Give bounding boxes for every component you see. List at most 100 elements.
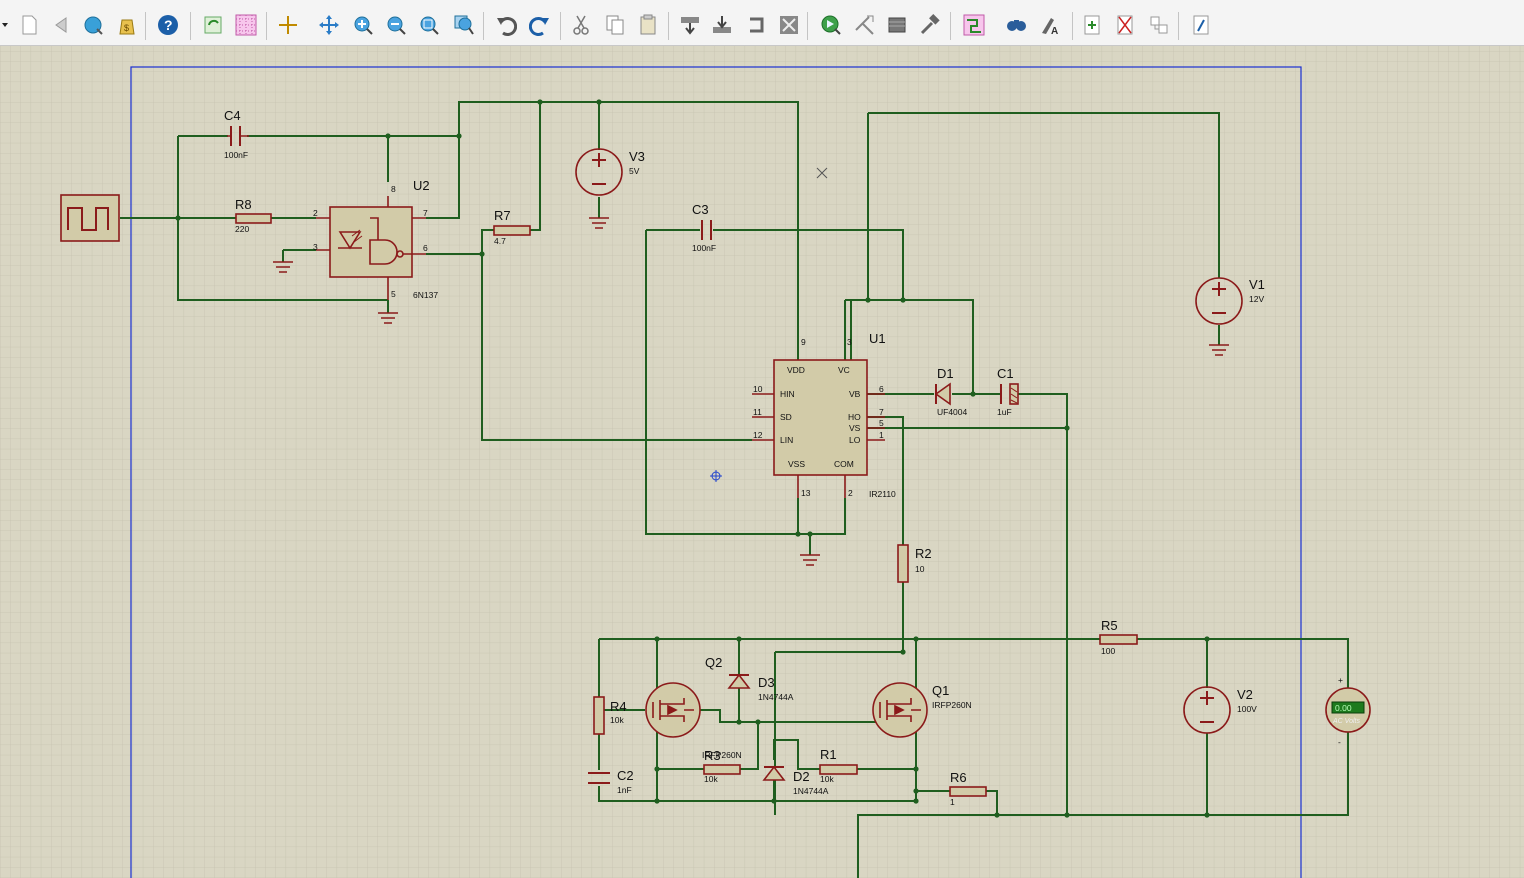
remove-sheet-button[interactable] [1114,14,1136,36]
label-c3-value: 100nF [692,243,716,253]
pin-u1-3: 3 [847,337,852,347]
block-copy-icon [681,17,699,35]
resistor-r5[interactable] [1099,634,1138,645]
help-button[interactable]: ? [157,14,179,36]
zoom-area-button[interactable] [453,14,475,36]
sheet-hierarchy-button[interactable] [1148,14,1170,36]
refresh-button[interactable] [202,14,224,36]
block-rotate-button[interactable] [745,14,767,36]
zoom-in-icon [354,16,373,35]
block-delete-button[interactable] [778,14,800,36]
resistor-r8[interactable] [235,213,272,224]
search-tag-button[interactable] [1005,14,1027,36]
make-device-button[interactable] [853,14,875,36]
decompose-icon [920,14,940,35]
pin-label-ho: HO [848,412,861,422]
new-sheet-add-icon [1084,15,1100,35]
pin-u1-12: 12 [753,430,763,440]
pulse-generator[interactable] [60,194,120,242]
schematic-canvas[interactable]: C4 100nF R8 220 U2 6N137 8 2 7 3 6 5 R7 … [0,46,1524,878]
toolbar-separator [1178,12,1179,40]
package-tool-button[interactable] [886,14,908,36]
label-u1-ref: U1 [869,331,886,346]
undo-icon [497,17,517,36]
paste-icon [640,14,656,35]
block-copy-button[interactable] [679,14,701,36]
new-sheet-button[interactable] [18,14,40,36]
pin-u1-6: 6 [879,384,884,394]
zoom-all-icon [420,16,439,35]
new-sheet-add-button[interactable] [1081,14,1103,36]
pin-label-lin: LIN [780,435,793,445]
help-icon: ? [158,15,178,35]
pin-label-lo: LO [849,435,861,445]
undo-button[interactable] [495,14,517,36]
label-r2-value: 10 [915,564,925,574]
label-v3-ref: V3 [629,149,645,164]
pin-u1-7: 7 [879,407,884,417]
back-icon [55,17,67,33]
search-tag-icon [1007,20,1026,31]
resistor-r4[interactable] [593,696,605,735]
pin-u2-8: 8 [391,184,396,194]
back-button[interactable] [50,14,72,36]
pan-button[interactable] [318,14,340,36]
label-d3-ref: D3 [758,675,775,690]
zoom-all-button[interactable] [418,14,440,36]
grid-toggle-button[interactable] [235,14,257,36]
label-r7-value: 4.7 [494,236,506,246]
pick-device-button[interactable] [820,14,842,36]
zoom-global-button[interactable] [82,14,104,36]
label-c1-ref: C1 [997,366,1014,381]
decompose-button[interactable] [919,14,941,36]
resistor-r2[interactable] [897,544,909,583]
block-move-button[interactable] [711,14,733,36]
block-move-icon [713,16,731,33]
label-c2-value: 1nF [617,785,632,795]
label-q2-ref: Q2 [705,655,722,670]
label-v3-value: 5V [629,166,640,176]
voltmeter-plus: + [1338,675,1343,685]
mosfet-q2[interactable] [645,682,701,738]
schematic-svg[interactable]: C4 100nF R8 220 U2 6N137 8 2 7 3 6 5 R7 … [0,46,1524,878]
zoom-out-button[interactable] [385,14,407,36]
label-r4-value: 10k [610,715,624,725]
edit-script-button[interactable] [1190,14,1212,36]
grid-toggle-icon [235,14,257,36]
toolbar-separator [807,12,808,40]
pin-u2-2: 2 [313,208,318,218]
pin-label-vb: VB [849,389,861,399]
property-tool-button[interactable]: A [1039,14,1061,36]
toolbar-separator [483,12,484,40]
money-bag-button[interactable]: $ [116,14,138,36]
mosfet-q1[interactable] [872,682,928,738]
label-v1-value: 12V [1249,294,1264,304]
zoom-area-icon [454,15,474,35]
resistor-r3[interactable] [703,764,741,775]
toolbar-separator [145,12,146,40]
label-c4-ref: C4 [224,108,241,123]
resistor-r6[interactable] [949,786,987,797]
origin-button[interactable] [277,14,299,36]
voltmeter-unit: AC Volts [1332,718,1360,725]
paste-button[interactable] [637,14,659,36]
zoom-in-button[interactable] [352,14,374,36]
zoom-out-icon [387,16,406,35]
block-rotate-icon [750,17,764,33]
label-r3-ref: R3 [704,748,721,763]
voltmeter-display: 0.00 [1335,703,1352,713]
property-tool-icon: A [1042,18,1058,36]
label-r7-ref: R7 [494,208,511,223]
pin-label-vc: VC [838,365,850,375]
label-c2-ref: C2 [617,768,634,783]
wire-autorouter-button[interactable] [963,14,985,36]
cut-button[interactable] [570,14,592,36]
refresh-icon [204,16,222,34]
copy-button[interactable] [604,14,626,36]
svg-text:?: ? [164,17,173,33]
cut-icon [573,15,589,35]
resistor-r1[interactable] [819,764,858,775]
label-r8-ref: R8 [235,197,252,212]
redo-button[interactable] [529,14,551,36]
resistor-r7[interactable] [493,225,531,236]
